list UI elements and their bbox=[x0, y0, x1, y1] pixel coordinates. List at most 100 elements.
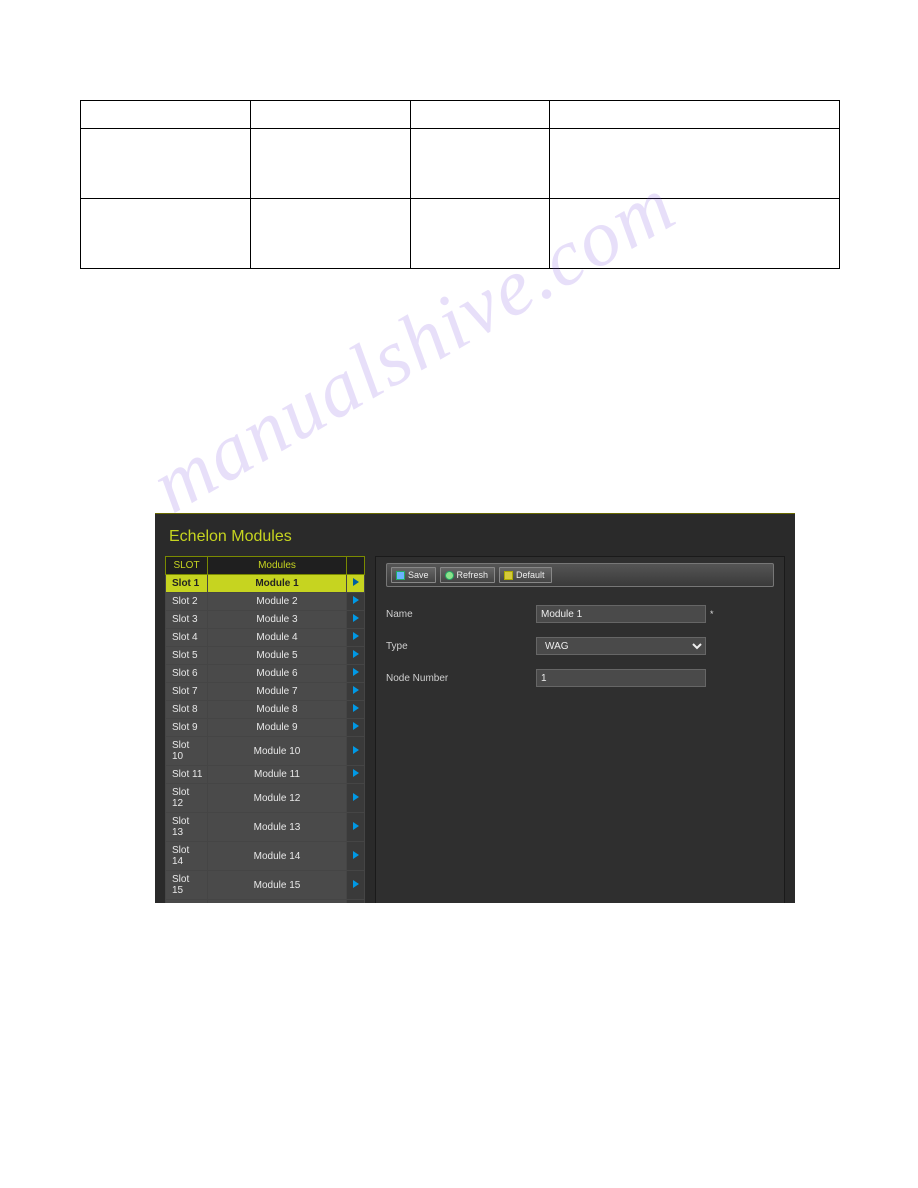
name-label: Name bbox=[386, 609, 536, 620]
column-header-slot: SLOT bbox=[166, 557, 208, 575]
slot-cell: Slot 13 bbox=[166, 813, 208, 842]
arrow-right-icon bbox=[353, 596, 359, 604]
select-arrow-cell[interactable] bbox=[347, 813, 365, 842]
slot-cell: Slot 9 bbox=[166, 719, 208, 737]
arrow-right-icon bbox=[353, 614, 359, 622]
select-arrow-cell[interactable] bbox=[347, 719, 365, 737]
table-row[interactable]: Slot 11Module 11 bbox=[166, 766, 365, 784]
select-arrow-cell[interactable] bbox=[347, 647, 365, 665]
table-row[interactable]: Slot 16GCP4K bbox=[166, 900, 365, 904]
select-arrow-cell[interactable] bbox=[347, 737, 365, 766]
table-row[interactable]: Slot 8Module 8 bbox=[166, 701, 365, 719]
refresh-button[interactable]: Refresh bbox=[440, 567, 496, 583]
form-row-node: Node Number bbox=[386, 669, 774, 687]
select-arrow-cell[interactable] bbox=[347, 871, 365, 900]
table-row bbox=[81, 199, 840, 269]
module-cell: Module 12 bbox=[208, 784, 347, 813]
module-cell: Module 11 bbox=[208, 766, 347, 784]
arrow-right-icon bbox=[353, 793, 359, 801]
table-row[interactable]: Slot 2Module 2 bbox=[166, 593, 365, 611]
node-number-label: Node Number bbox=[386, 673, 536, 684]
save-button[interactable]: Save bbox=[391, 567, 436, 583]
select-arrow-cell[interactable] bbox=[347, 629, 365, 647]
module-cell: GCP4K bbox=[208, 900, 347, 904]
slot-cell: Slot 11 bbox=[166, 766, 208, 784]
select-arrow-cell[interactable] bbox=[347, 575, 365, 593]
slot-cell: Slot 8 bbox=[166, 701, 208, 719]
table-row[interactable]: Slot 6Module 6 bbox=[166, 665, 365, 683]
toolbar: Save Refresh Default bbox=[386, 563, 774, 587]
modules-table: SLOT Modules Slot 1Module 1Slot 2Module … bbox=[165, 556, 365, 903]
select-arrow-cell[interactable] bbox=[347, 683, 365, 701]
table-row[interactable]: Slot 12Module 12 bbox=[166, 784, 365, 813]
form-row-type: Type WAG bbox=[386, 637, 774, 655]
table-row[interactable]: Slot 3Module 3 bbox=[166, 611, 365, 629]
refresh-icon bbox=[445, 571, 454, 580]
form-row-name: Name * bbox=[386, 605, 774, 623]
echelon-modules-panel: Echelon Modules SLOT Modules Slot 1Modul… bbox=[155, 513, 795, 903]
required-mark: * bbox=[710, 609, 714, 619]
slot-cell: Slot 16 bbox=[166, 900, 208, 904]
slot-cell: Slot 2 bbox=[166, 593, 208, 611]
slot-cell: Slot 6 bbox=[166, 665, 208, 683]
arrow-right-icon bbox=[353, 668, 359, 676]
select-arrow-cell[interactable] bbox=[347, 611, 365, 629]
module-cell: Module 1 bbox=[208, 575, 347, 593]
name-input[interactable] bbox=[536, 605, 706, 623]
table-row bbox=[81, 129, 840, 199]
column-header-modules: Modules bbox=[208, 557, 347, 575]
slot-cell: Slot 14 bbox=[166, 842, 208, 871]
select-arrow-cell[interactable] bbox=[347, 701, 365, 719]
arrow-right-icon bbox=[353, 769, 359, 777]
slot-cell: Slot 15 bbox=[166, 871, 208, 900]
select-arrow-cell[interactable] bbox=[347, 842, 365, 871]
column-header-select bbox=[347, 557, 365, 575]
table-row[interactable]: Slot 13Module 13 bbox=[166, 813, 365, 842]
select-arrow-cell[interactable] bbox=[347, 593, 365, 611]
table-row[interactable]: Slot 15Module 15 bbox=[166, 871, 365, 900]
slot-cell: Slot 3 bbox=[166, 611, 208, 629]
table-row[interactable]: Slot 5Module 5 bbox=[166, 647, 365, 665]
arrow-right-icon bbox=[353, 650, 359, 658]
slot-cell: Slot 4 bbox=[166, 629, 208, 647]
select-arrow-cell[interactable] bbox=[347, 900, 365, 904]
slot-cell: Slot 7 bbox=[166, 683, 208, 701]
document-parameter-table bbox=[80, 100, 840, 269]
table-row[interactable]: Slot 7Module 7 bbox=[166, 683, 365, 701]
module-cell: Module 13 bbox=[208, 813, 347, 842]
arrow-right-icon bbox=[353, 686, 359, 694]
arrow-right-icon bbox=[353, 851, 359, 859]
arrow-right-icon bbox=[353, 746, 359, 754]
default-label: Default bbox=[516, 570, 545, 580]
table-row[interactable]: Slot 9Module 9 bbox=[166, 719, 365, 737]
node-number-input[interactable] bbox=[536, 669, 706, 687]
default-button[interactable]: Default bbox=[499, 567, 552, 583]
table-row[interactable]: Slot 1Module 1 bbox=[166, 575, 365, 593]
type-select[interactable]: WAG bbox=[536, 637, 706, 655]
save-label: Save bbox=[408, 570, 429, 580]
arrow-right-icon bbox=[353, 632, 359, 640]
select-arrow-cell[interactable] bbox=[347, 766, 365, 784]
table-row[interactable]: Slot 10Module 10 bbox=[166, 737, 365, 766]
refresh-label: Refresh bbox=[457, 570, 489, 580]
module-cell: Module 10 bbox=[208, 737, 347, 766]
module-cell: Module 7 bbox=[208, 683, 347, 701]
module-cell: Module 5 bbox=[208, 647, 347, 665]
select-arrow-cell[interactable] bbox=[347, 784, 365, 813]
arrow-right-icon bbox=[353, 880, 359, 888]
table-row[interactable]: Slot 4Module 4 bbox=[166, 629, 365, 647]
module-cell: Module 6 bbox=[208, 665, 347, 683]
slot-cell: Slot 12 bbox=[166, 784, 208, 813]
panel-title: Echelon Modules bbox=[155, 514, 795, 556]
table-row[interactable]: Slot 14Module 14 bbox=[166, 842, 365, 871]
module-cell: Module 9 bbox=[208, 719, 347, 737]
select-arrow-cell[interactable] bbox=[347, 665, 365, 683]
slot-cell: Slot 5 bbox=[166, 647, 208, 665]
module-cell: Module 8 bbox=[208, 701, 347, 719]
save-icon bbox=[396, 571, 405, 580]
module-cell: Module 4 bbox=[208, 629, 347, 647]
module-cell: Module 15 bbox=[208, 871, 347, 900]
module-cell: Module 3 bbox=[208, 611, 347, 629]
module-cell: Module 14 bbox=[208, 842, 347, 871]
slot-cell: Slot 1 bbox=[166, 575, 208, 593]
